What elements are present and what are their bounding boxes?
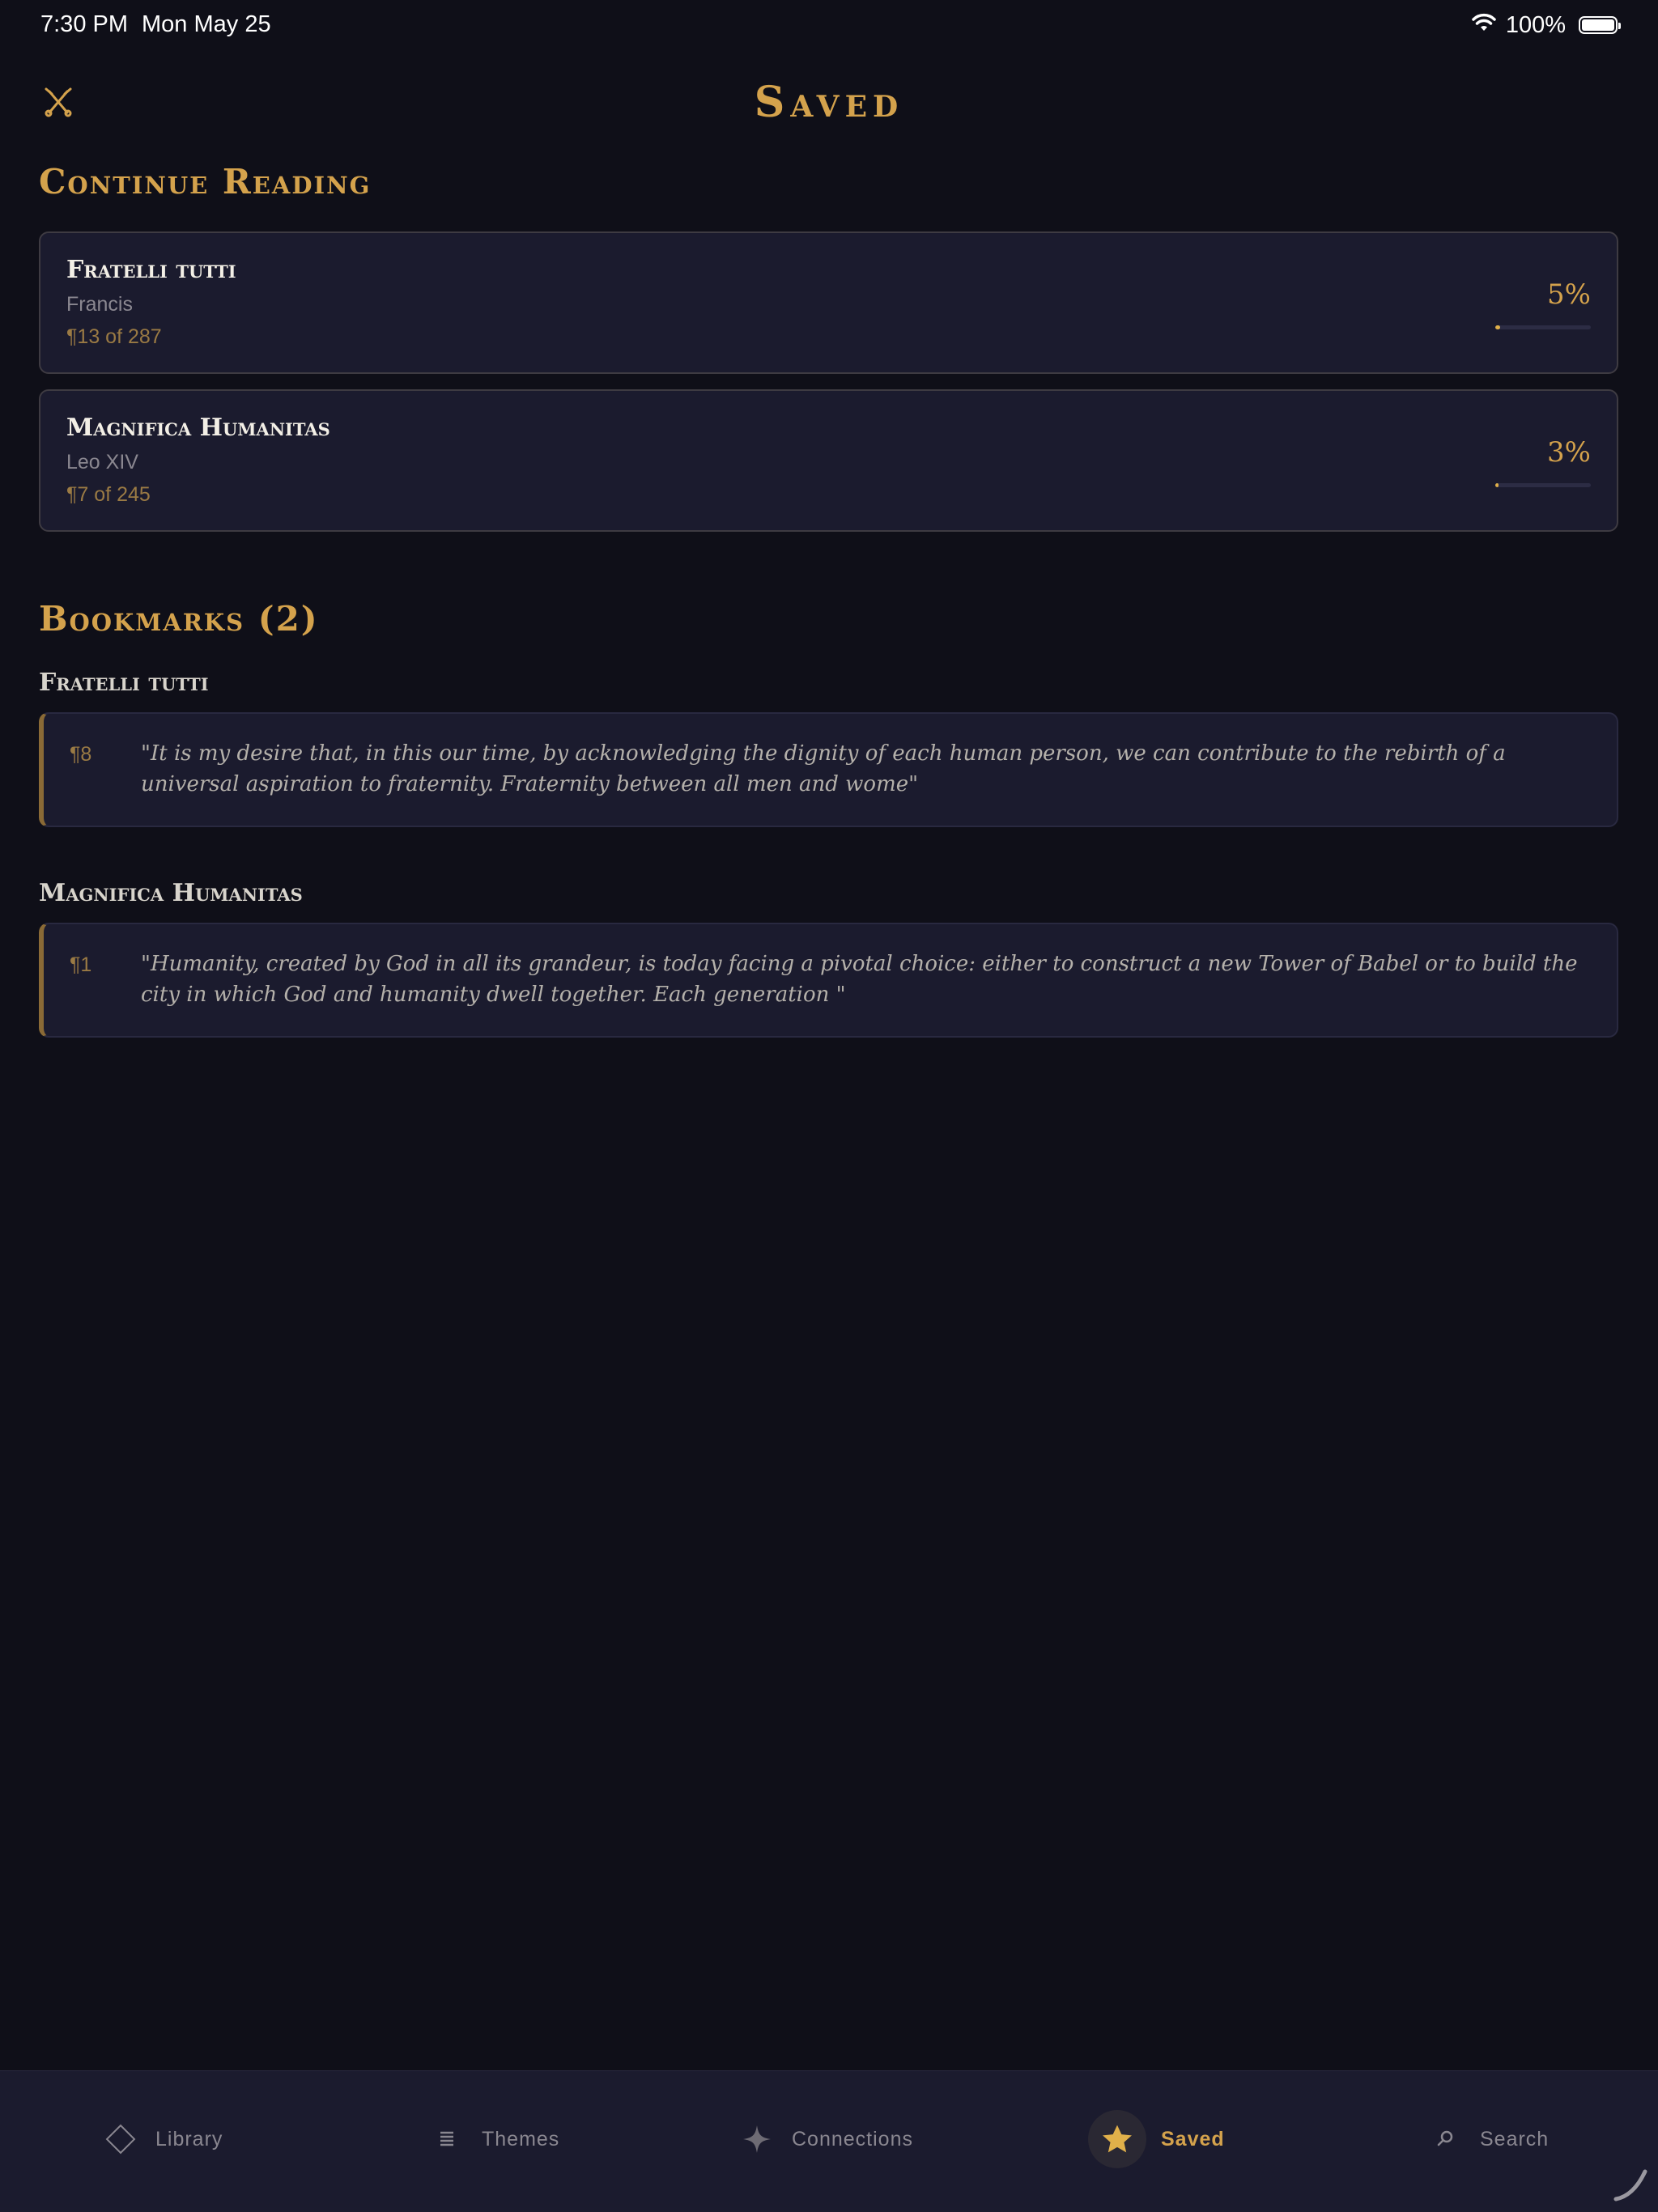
bookmark-paragraph-number: ¶8 — [70, 743, 92, 766]
book-author: Leo XIV — [66, 451, 138, 473]
progress-percent: 3% — [1547, 436, 1591, 469]
battery-percent: 100% — [1505, 11, 1566, 38]
tab-label: Library — [155, 2127, 223, 2150]
page-title: Saved — [754, 78, 904, 127]
bookmark-group-title: Fratelli tutti — [39, 669, 209, 697]
tab-search[interactable]: Search — [1425, 2107, 1549, 2172]
book-title: Fratelli tutti — [66, 256, 236, 284]
tab-label: Saved — [1161, 2127, 1225, 2150]
bookmark-paragraph-number: ¶1 — [70, 953, 92, 976]
tab-library[interactable]: Library — [100, 2107, 223, 2172]
tab-label: Connections — [792, 2127, 913, 2150]
bookmarks-heading: Bookmarks (2) — [39, 599, 319, 639]
status-indicators: 100% — [1470, 11, 1621, 39]
lines-icon — [427, 2119, 467, 2159]
tab-themes[interactable]: Themes — [427, 2107, 559, 2172]
bookmark-quote: "Humanity, created by God in all its gra… — [141, 952, 1578, 1007]
tab-saved[interactable]: Saved — [1088, 2107, 1225, 2172]
bookmark-card[interactable]: ¶1 "Humanity, created by God in all its … — [39, 923, 1618, 1038]
progress-bar — [1495, 483, 1591, 487]
battery-icon — [1579, 16, 1621, 34]
continue-reading-card[interactable]: Magnifica Humanitas Leo XIV ¶7 of 245 3% — [39, 389, 1618, 532]
book-title: Magnifica Humanitas — [66, 414, 330, 442]
search-icon — [1425, 2119, 1465, 2159]
bookmark-card[interactable]: ¶8 "It is my desire that, in this our ti… — [39, 712, 1618, 827]
reading-position: ¶13 of 287 — [66, 325, 162, 348]
wifi-icon — [1470, 11, 1498, 39]
status-time: 7:30 PM — [40, 11, 128, 37]
tab-bar: Library Themes Connections Saved Search — [0, 2070, 1658, 2212]
bookmark-group-title: Magnifica Humanitas — [39, 879, 303, 907]
progress-fill — [1495, 483, 1499, 487]
tab-connections[interactable]: Connections — [737, 2107, 913, 2172]
sparkle-icon — [737, 2119, 777, 2159]
book-author: Francis — [66, 293, 133, 316]
status-bar: 7:30 PM Mon May 25 100% — [0, 0, 1658, 52]
tab-label: Search — [1480, 2127, 1550, 2150]
tab-label: Themes — [482, 2127, 560, 2150]
reading-position: ¶7 of 245 — [66, 483, 151, 506]
diamond-icon — [100, 2119, 141, 2159]
progress-bar — [1495, 325, 1591, 329]
bookmark-quote: "It is my desire that, in this our time,… — [141, 741, 1506, 796]
status-date: Mon May 25 — [142, 11, 271, 37]
progress-percent: 5% — [1547, 278, 1591, 311]
progress-fill — [1495, 325, 1500, 329]
resize-handle-icon — [1609, 2163, 1650, 2204]
continue-reading-card[interactable]: Fratelli tutti Francis ¶13 of 287 5% — [39, 231, 1618, 374]
continue-reading-heading: Continue Reading — [39, 162, 372, 202]
star-icon — [1088, 2110, 1146, 2168]
